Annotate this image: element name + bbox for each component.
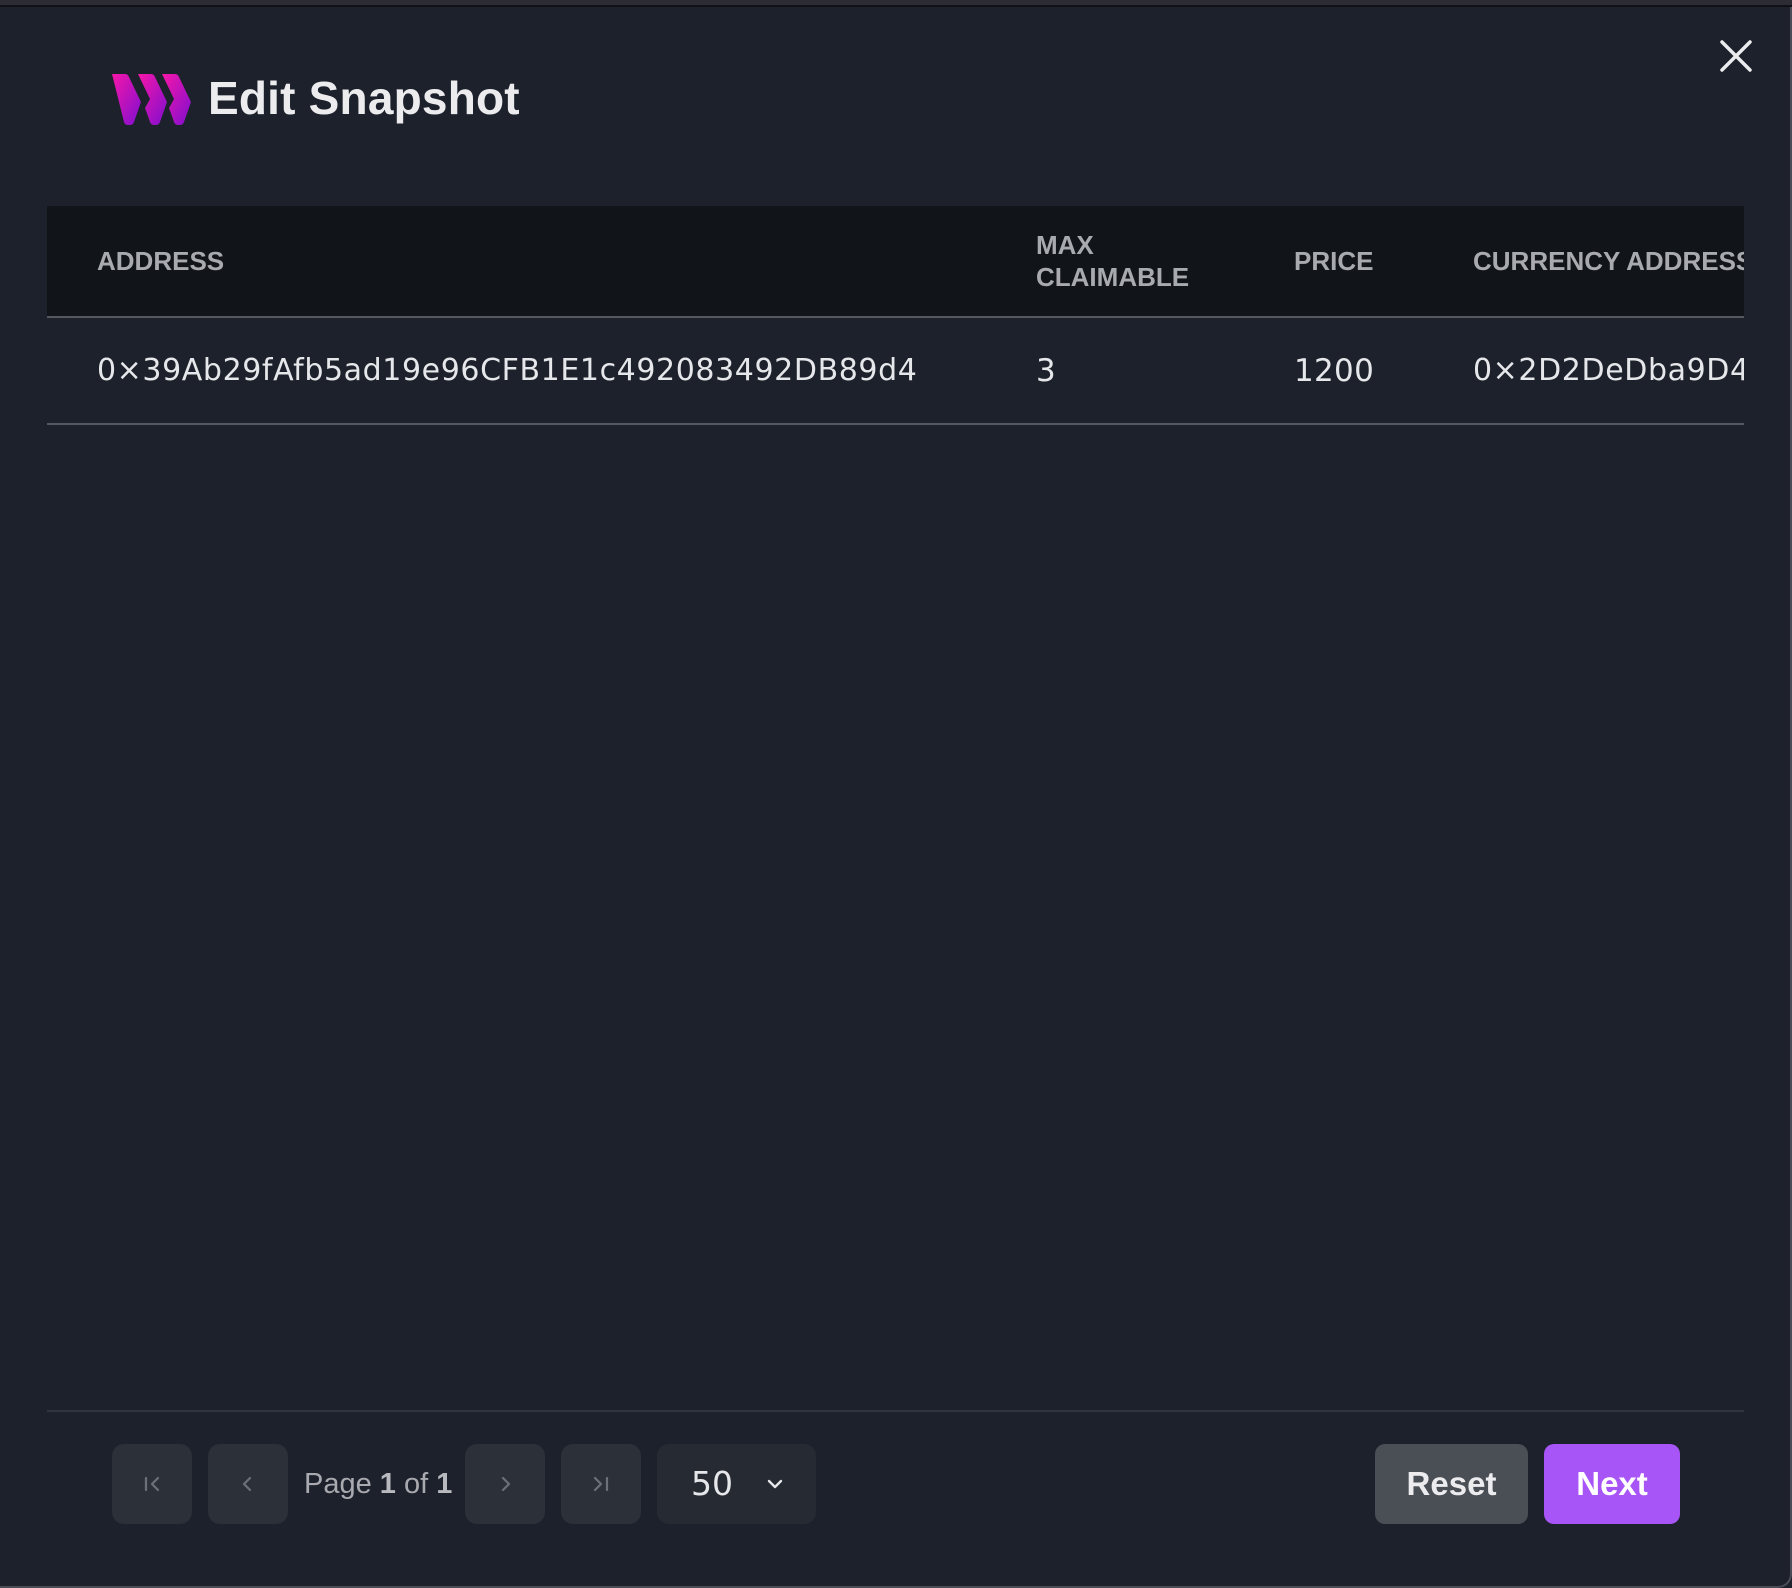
cell-max-claimable: 3 — [1036, 317, 1294, 425]
column-header-price: PRICE — [1294, 206, 1473, 318]
next-button[interactable]: Next — [1544, 1444, 1680, 1524]
last-page-button[interactable] — [561, 1444, 641, 1524]
last-page-icon — [588, 1471, 614, 1497]
table-header-row: ADDRESS MAX CLAIMABLE PRICE CURRENCY ADD… — [47, 206, 1744, 318]
brand-logo-icon — [110, 72, 194, 126]
total-pages: 1 — [436, 1468, 453, 1500]
page-label: Page — [304, 1468, 372, 1500]
first-page-icon — [139, 1471, 165, 1497]
table-row[interactable]: 0×39Ab29fAfb5ad19e96CFB1E1c492083492DB89… — [47, 317, 1744, 425]
first-page-button[interactable] — [112, 1444, 192, 1524]
chevron-right-icon — [492, 1471, 518, 1497]
chevron-left-icon — [235, 1471, 261, 1497]
current-page: 1 — [379, 1468, 396, 1500]
page-indicator: Page 1 of 1 — [304, 1466, 452, 1502]
page-size-select[interactable]: 50 — [657, 1444, 816, 1524]
previous-page-button[interactable] — [208, 1444, 288, 1524]
snapshot-table: ADDRESS MAX CLAIMABLE PRICE CURRENCY ADD… — [47, 206, 1744, 425]
column-header-max-claimable: MAX CLAIMABLE — [1036, 206, 1294, 318]
column-header-address: ADDRESS — [47, 206, 1036, 318]
cell-currency-address: 0×2D2DeDba9D4 — [1473, 317, 1744, 425]
of-label: of — [404, 1468, 429, 1500]
page-size-value: 50 — [691, 1464, 733, 1503]
close-button[interactable] — [1712, 32, 1760, 80]
chevron-down-icon — [765, 1474, 785, 1494]
cell-address: 0×39Ab29fAfb5ad19e96CFB1E1c492083492DB89… — [47, 317, 1036, 425]
cell-price: 1200 — [1294, 317, 1473, 425]
modal-title: Edit Snapshot — [208, 72, 520, 124]
reset-button[interactable]: Reset — [1375, 1444, 1528, 1524]
footer-divider — [47, 1410, 1744, 1412]
column-header-currency-address: CURRENCY ADDRESS — [1473, 206, 1744, 318]
close-icon — [1712, 32, 1760, 80]
next-page-button[interactable] — [465, 1444, 545, 1524]
